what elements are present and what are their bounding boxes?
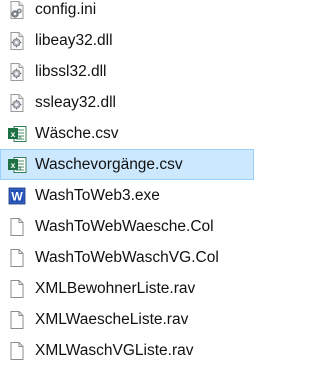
file-row-xmlwaschvgliste-rav[interactable]: XMLWaschVGListe.rav bbox=[0, 335, 254, 366]
file-row-washtowebwaschvg-col[interactable]: WashToWebWaschVG.Col bbox=[0, 242, 254, 273]
file-row-xmlbewohnerliste-rav[interactable]: XMLBewohnerListe.rav bbox=[0, 273, 254, 304]
dll-icon bbox=[10, 63, 24, 81]
file-row-washtowebwaesche-col[interactable]: WashToWebWaesche.Col bbox=[0, 211, 254, 242]
dll-icon bbox=[10, 32, 24, 50]
file-name: config.ini bbox=[35, 1, 97, 18]
excel-csv-icon: a x bbox=[8, 157, 27, 173]
blank-file-icon bbox=[10, 311, 24, 329]
file-name: WashToWeb3.exe bbox=[35, 187, 160, 204]
svg-text:x: x bbox=[11, 129, 16, 139]
file-row-config-ini[interactable]: config.ini bbox=[0, 0, 254, 25]
blank-file-icon bbox=[10, 249, 24, 267]
blank-file-icon bbox=[10, 342, 24, 360]
file-name: Waschevorgänge.csv bbox=[35, 156, 183, 173]
file-row-washtoweb3-exe[interactable]: W WashToWeb3.exe bbox=[0, 180, 254, 211]
file-row-libeay32-dll[interactable]: libeay32.dll bbox=[0, 25, 254, 56]
file-row-waschevorgaenge-csv[interactable]: a x Waschevorgänge.csv bbox=[0, 149, 254, 180]
svg-text:W: W bbox=[11, 190, 23, 204]
config-ini-icon bbox=[10, 1, 24, 19]
blank-file-icon bbox=[10, 218, 24, 236]
file-name: libeay32.dll bbox=[35, 32, 113, 49]
file-row-libssl32-dll[interactable]: libssl32.dll bbox=[0, 56, 254, 87]
file-row-xmlwaescheliste-rav[interactable]: XMLWaescheListe.rav bbox=[0, 304, 254, 335]
excel-csv-icon: a x bbox=[8, 126, 27, 142]
file-name: XMLWaescheListe.rav bbox=[35, 311, 189, 328]
dll-icon bbox=[10, 94, 24, 112]
exe-app-icon: W bbox=[8, 187, 26, 205]
file-name: XMLBewohnerListe.rav bbox=[35, 280, 196, 297]
file-list: config.ini libeay32.dll libssl32.dll ssl… bbox=[0, 0, 254, 376]
blank-file-icon bbox=[10, 280, 24, 298]
file-row-waesche-csv[interactable]: a x Wäsche.csv bbox=[0, 118, 254, 149]
file-row-ssleay32-dll[interactable]: ssleay32.dll bbox=[0, 87, 254, 118]
file-name: WashToWebWaschVG.Col bbox=[35, 249, 219, 266]
svg-text:x: x bbox=[11, 160, 16, 170]
file-name: WashToWebWaesche.Col bbox=[35, 218, 214, 235]
file-name: Wäsche.csv bbox=[35, 125, 119, 142]
file-name: libssl32.dll bbox=[35, 63, 107, 80]
file-name: XMLWaschVGListe.rav bbox=[35, 342, 194, 359]
file-name: ssleay32.dll bbox=[35, 94, 116, 111]
